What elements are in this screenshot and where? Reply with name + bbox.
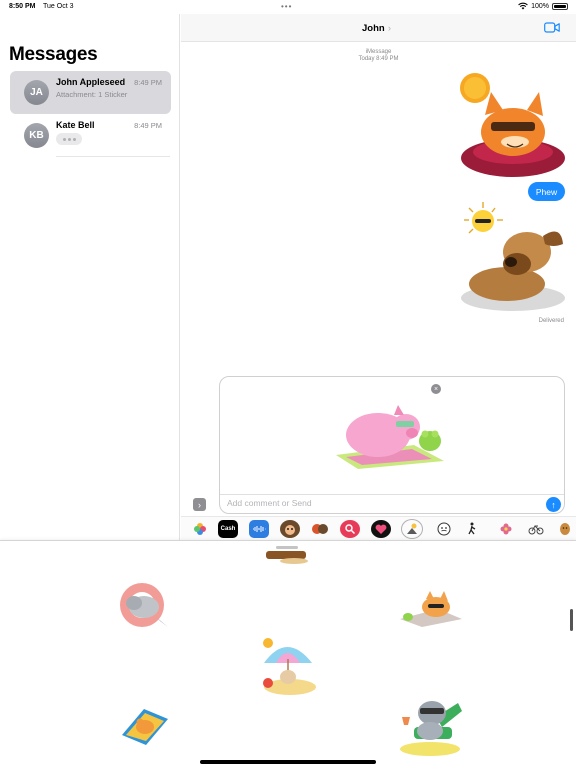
message-timestamp: iMessage Today 8:49 PM [181, 49, 576, 63]
digital-touch-app-icon[interactable] [371, 520, 391, 538]
memoji-stickers-app-icon[interactable] [310, 520, 330, 538]
expand-chevron-icon[interactable]: › [193, 498, 206, 511]
message-bubble[interactable]: Phew [528, 182, 565, 201]
conversation-list: Messages JA John Appleseed 8:49 PM Attac… [0, 14, 180, 540]
conversation-row-john[interactable]: JA John Appleseed 8:49 PM Attachment: 1 … [10, 71, 171, 114]
sun-dog-sticker[interactable] [455, 200, 567, 315]
contact-name: John Appleseed [56, 77, 126, 87]
remove-attachment-icon[interactable]: × [431, 384, 441, 394]
emoji-face-app-icon[interactable] [434, 520, 454, 538]
drawer-scrollbar[interactable] [570, 609, 573, 631]
status-time: 8:50 PM [9, 3, 36, 10]
typing-indicator-icon [56, 133, 82, 145]
conversation-title[interactable]: John [362, 23, 385, 34]
timestamp-label: Today 8:49 PM [358, 56, 399, 62]
battery-icon [552, 2, 568, 10]
message-input[interactable]: Add comment or Send [227, 498, 312, 508]
service-label: iMessage [365, 49, 392, 55]
status-date: Tue Oct 3 [43, 3, 74, 10]
conversation-time: 8:49 PM [134, 78, 162, 87]
ipad-screen: 8:50 PM Tue Oct 3 ••• 100% Messages JA J… [0, 0, 576, 768]
status-right: 100% [518, 2, 568, 10]
conversation-time: 8:49 PM [134, 121, 162, 130]
memoji-app-icon[interactable] [280, 520, 300, 538]
conversation-header: John › [181, 14, 576, 42]
conversation-preview: Attachment: 1 Sticker [56, 90, 128, 99]
home-indicator[interactable] [200, 760, 376, 764]
compose-divider [220, 494, 564, 495]
bike-app-icon[interactable] [526, 520, 546, 538]
audio-app-icon[interactable] [249, 520, 269, 538]
battery-percent: 100% [531, 2, 549, 10]
page-title: Messages [9, 44, 98, 65]
status-bar: 8:50 PM Tue Oct 3 ••• 100% [0, 0, 576, 14]
sticker-pack-app-icon[interactable] [401, 519, 423, 539]
potato-app-icon[interactable] [555, 520, 575, 538]
chevron-right-icon[interactable]: › [388, 23, 391, 33]
conversation-row-kate[interactable]: KB Kate Bell 8:49 PM [10, 114, 171, 157]
facetime-video-icon[interactable] [544, 22, 560, 33]
multitasking-dots[interactable]: ••• [281, 2, 292, 11]
pig-frog-sticker[interactable] [332, 399, 452, 471]
fox-sunbathing-sticker[interactable] [398, 589, 464, 627]
contact-name: Kate Bell [56, 120, 95, 130]
delivery-status: Delivered [538, 318, 564, 324]
send-arrow-icon[interactable]: ↑ [546, 497, 561, 512]
seal-float-sticker[interactable] [118, 581, 172, 635]
sticker-drawer [0, 540, 576, 768]
flower-app-icon[interactable] [496, 520, 516, 538]
photos-app-icon[interactable] [190, 520, 210, 538]
compose-field[interactable]: × Add comment or Send ↑ [219, 376, 565, 514]
list-divider [56, 156, 170, 157]
walk-app-icon[interactable] [463, 520, 483, 538]
cash-app-icon[interactable]: Cash [218, 520, 238, 538]
avatar: JA [24, 80, 49, 105]
sun-cat-sticker[interactable] [455, 70, 570, 180]
bear-towel-sticker[interactable] [118, 705, 170, 747]
avatar: KB [24, 123, 49, 148]
app-drawer-strip: Cash [181, 516, 576, 540]
umbrella-beach-sticker[interactable] [256, 637, 318, 697]
raccoon-chair-sticker[interactable] [396, 691, 464, 757]
wifi-icon [518, 2, 528, 10]
log-sticker[interactable] [264, 549, 312, 565]
search-images-app-icon[interactable] [340, 520, 360, 538]
